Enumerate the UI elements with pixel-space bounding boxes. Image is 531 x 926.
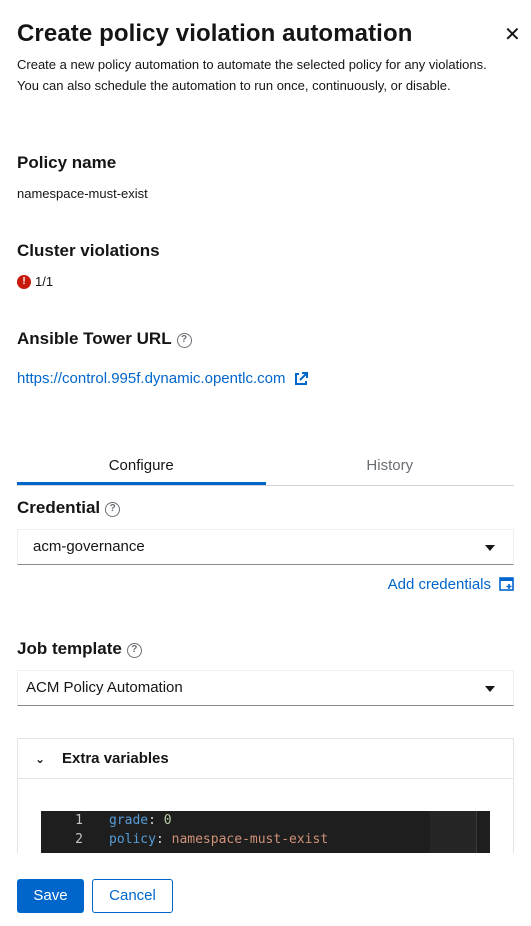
close-icon[interactable]: ✕ <box>504 24 522 46</box>
credential-label: Credential <box>17 498 101 517</box>
line-number: 2 <box>75 832 83 847</box>
cancel-button[interactable]: Cancel <box>92 879 173 913</box>
editor-minimap[interactable] <box>430 811 476 853</box>
tower-url-text[interactable]: https://control.995f.dynamic.opentlc.com <box>17 370 285 387</box>
code-line[interactable]: policy: namespace-must-exist <box>109 830 328 849</box>
add-credentials-label[interactable]: Add credentials <box>388 576 491 593</box>
yaml-key: policy <box>109 832 156 847</box>
question-circle-icon[interactable]: ? <box>105 502 121 517</box>
line-numbers: 1 2 <box>41 811 108 853</box>
yaml-value: 0 <box>163 813 172 828</box>
external-link-icon[interactable] <box>293 371 309 387</box>
cluster-violations-heading: Cluster violations <box>17 241 160 260</box>
policy-name-value: namespace-must-exist <box>17 186 148 201</box>
yaml-editor[interactable]: 1 2 grade: 0 policy: namespace-must-exis… <box>41 811 490 853</box>
credential-select[interactable]: acm-governance <box>17 529 514 565</box>
save-button[interactable]: Save <box>17 879 84 913</box>
credential-heading: Credential? <box>17 498 121 518</box>
code-content[interactable]: grade: 0 policy: namespace-must-exist <box>109 811 328 849</box>
modal-footer: Save Cancel <box>0 853 531 926</box>
tower-url-link[interactable]: https://control.995f.dynamic.opentlc.com <box>17 370 309 387</box>
caret-down-icon <box>485 686 495 692</box>
policy-name-heading: Policy name <box>17 153 117 172</box>
extra-variables-toggle[interactable]: ⌄ Extra variables <box>18 739 513 779</box>
yaml-key: grade <box>109 813 149 828</box>
credential-selected-value: acm-governance <box>33 538 145 555</box>
tower-url-label: Ansible Tower URL <box>17 329 172 348</box>
job-template-label: Job template <box>17 639 122 658</box>
line-number: 1 <box>75 813 83 828</box>
yaml-value: namespace-must-exist <box>171 832 329 847</box>
add-credentials-link[interactable]: Add credentials <box>388 576 514 593</box>
violation-count: 1/1 <box>35 274 54 289</box>
cluster-violations-status: ! 1/1 <box>17 274 53 289</box>
job-template-selected-value: ACM Policy Automation <box>26 679 183 696</box>
modal-title: Create policy violation automation <box>17 20 413 47</box>
question-circle-icon[interactable]: ? <box>126 643 142 658</box>
tab-history[interactable]: History <box>266 448 515 485</box>
editor-scrollbar[interactable] <box>476 811 490 853</box>
add-window-icon[interactable] <box>499 577 514 592</box>
question-circle-icon[interactable]: ? <box>176 333 192 348</box>
job-template-heading: Job template? <box>17 639 142 659</box>
job-template-select[interactable]: ACM Policy Automation <box>17 670 514 706</box>
automation-tabs: Configure History <box>17 448 514 486</box>
caret-down-icon <box>485 545 495 551</box>
extra-variables-label: Extra variables <box>62 750 169 767</box>
tab-configure[interactable]: Configure <box>17 448 266 485</box>
exclamation-circle-icon: ! <box>17 274 31 289</box>
code-line[interactable]: grade: 0 <box>109 811 328 830</box>
modal-description: Create a new policy automation to automa… <box>17 57 487 93</box>
chevron-down-icon[interactable]: ⌄ <box>18 752 62 766</box>
tower-url-heading: Ansible Tower URL? <box>17 329 192 349</box>
